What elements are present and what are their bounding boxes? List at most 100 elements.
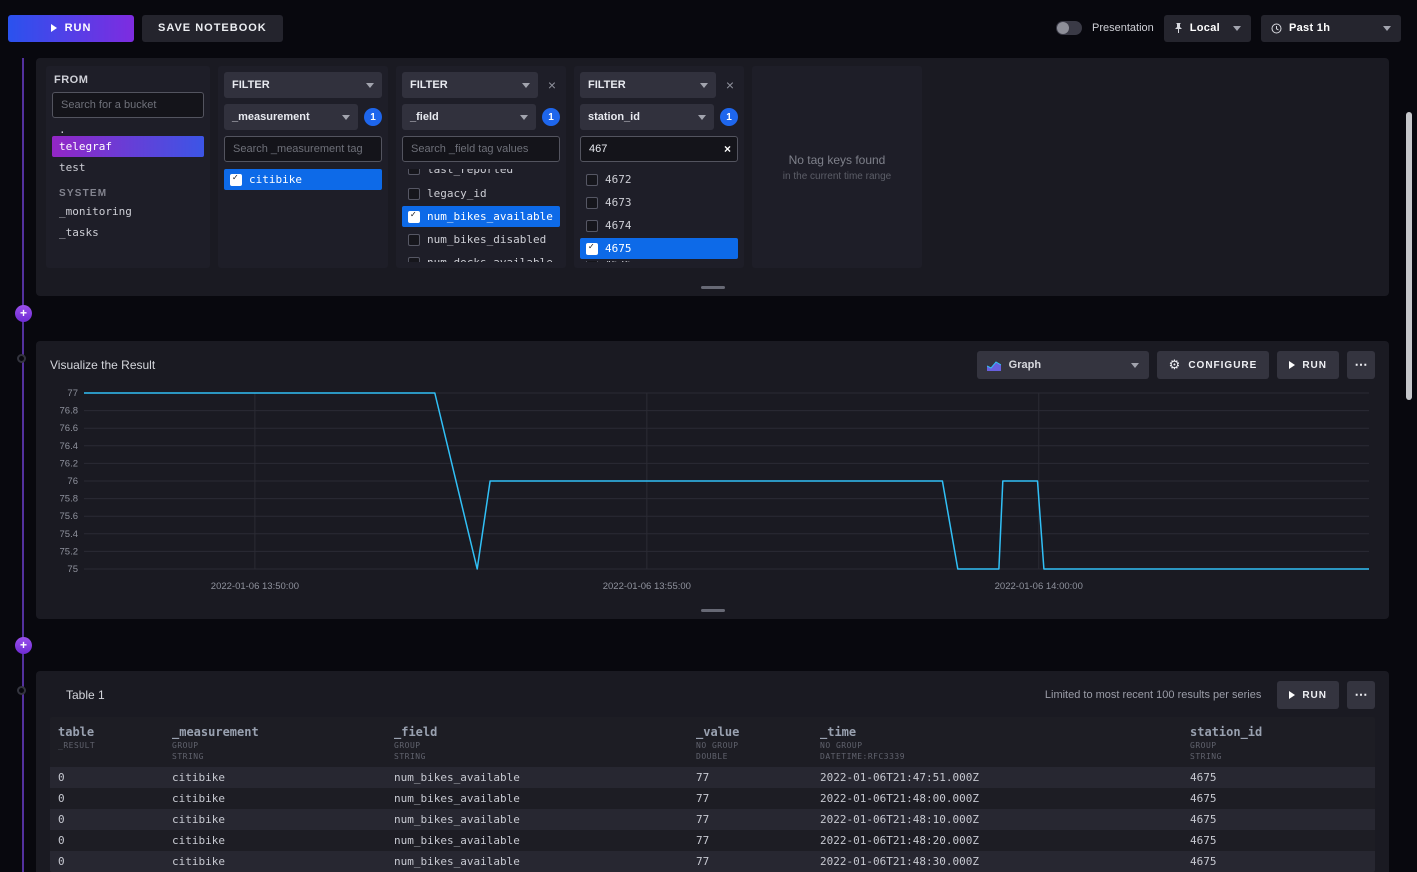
table-row: 0citibikenum_bikes_available772022-01-06… [50,788,1375,809]
cell-options-button[interactable]: ⋯ [1347,681,1375,709]
checkbox-checked-icon[interactable] [586,243,598,255]
table-row: 0citibikenum_bikes_available772022-01-06… [50,830,1375,851]
scope-dropdown[interactable]: Local [1164,15,1251,42]
empty-tag-keys-card: No tag keys found in the current time ra… [752,66,922,268]
chevron-down-icon [1383,26,1391,31]
filter-option[interactable]: num_bikes_disabled [402,229,560,250]
vertical-scrollbar[interactable] [1406,112,1412,400]
clear-search-icon[interactable]: × [724,141,731,157]
view-type-dropdown[interactable]: Graph [977,351,1149,379]
table-cell: 77 [688,830,812,851]
table-cell: citibike [164,809,386,830]
svg-text:76.2: 76.2 [60,458,79,469]
filter-option[interactable]: 4676 [580,261,738,262]
checkbox-icon[interactable] [586,174,598,186]
bucket-item[interactable]: _tasks [52,222,204,243]
run-cell-button[interactable]: RUN [1277,681,1339,709]
panel-title: Visualize the Result [50,358,155,372]
checkbox-icon[interactable] [586,197,598,209]
chart-canvas[interactable]: 7575.275.475.675.87676.276.476.676.87720… [50,385,1375,601]
filter-option[interactable]: 4673 [580,192,738,213]
cell-options-button[interactable]: ⋯ [1347,351,1375,379]
tag-value-search-input[interactable] [402,136,560,162]
line-chart[interactable]: 7575.275.475.675.87676.276.476.676.87720… [50,385,1375,606]
add-cell-button[interactable]: + [15,637,32,654]
bucket-item[interactable]: telegraf [52,136,204,157]
table-cell: 4675 [1182,809,1375,830]
table-cell: 0 [50,851,164,872]
bucket-item[interactable]: _monitoring [52,201,204,222]
bucket-item[interactable]: . [52,124,204,136]
filter-option[interactable]: last_reported [402,169,560,181]
run-cell-button[interactable]: RUN [1277,351,1339,379]
table-cell: 77 [688,809,812,830]
table-cell: num_bikes_available [386,767,688,788]
table-cell: 2022-01-06T21:48:30.000Z [812,851,1182,872]
checkbox-icon[interactable] [586,220,598,232]
filter-option-label: 4675 [605,242,632,255]
tag-value-search-input[interactable] [580,136,738,162]
checkbox-icon[interactable] [586,261,598,262]
bucket-section-label: SYSTEM [52,185,204,201]
filter-card-measurement: FILTER _measurement 1 citibike [218,66,388,268]
tag-value-list: citibike [224,168,382,262]
bucket-search-input[interactable] [52,92,204,118]
filter-type-dropdown[interactable]: FILTER [580,72,716,98]
svg-text:2022-01-06 13:50:00: 2022-01-06 13:50:00 [211,581,299,592]
checkbox-icon[interactable] [408,188,420,200]
configure-button[interactable]: ⚙ CONFIGURE [1157,351,1270,379]
filter-option[interactable]: 4674 [580,215,738,236]
filter-type-dropdown[interactable]: FILTER [402,72,538,98]
empty-state-title: No tag keys found [789,153,886,167]
save-notebook-button[interactable]: SAVE NOTEBOOK [142,15,283,42]
table-cell: 4675 [1182,767,1375,788]
filter-option[interactable]: legacy_id [402,183,560,204]
table-cell: 77 [688,788,812,809]
bucket-item[interactable]: test [52,157,204,178]
column-header-station_id: station_idGROUPSTRING [1182,725,1375,761]
cell-marker-icon[interactable] [17,354,26,363]
filter-option[interactable]: 4672 [580,169,738,190]
tag-key-row: _field 1 [402,104,560,130]
svg-text:76.4: 76.4 [60,441,79,452]
tag-value-search-input[interactable] [224,136,382,162]
run-notebook-button[interactable]: RUN [8,15,134,42]
svg-text:76.8: 76.8 [60,406,79,417]
cell-marker-icon[interactable] [17,686,26,695]
visualize-panel: Visualize the Result Graph ⚙ CONFIGURE R… [36,341,1389,619]
query-builder-cards: FROM .telegraftest SYSTEM_monitoring_task… [46,66,1379,268]
time-range-dropdown[interactable]: Past 1h [1261,15,1401,42]
panel-resize-handle[interactable] [701,609,725,612]
filter-option[interactable]: 4675 [580,238,738,259]
checkbox-checked-icon[interactable] [408,211,420,223]
chevron-down-icon [366,83,374,88]
toggle-knob-icon [1057,22,1069,34]
tag-key-dropdown[interactable]: station_id [580,104,714,130]
presentation-toggle[interactable] [1056,21,1082,35]
tag-key-dropdown[interactable]: _measurement [224,104,358,130]
filter-option[interactable]: num_docks_available [402,252,560,262]
from-title: FROM [52,72,204,86]
tag-key-dropdown[interactable]: _field [402,104,536,130]
filter-option[interactable]: citibike [224,169,382,190]
pin-icon [1174,23,1183,34]
checkbox-icon[interactable] [408,234,420,246]
remove-filter-button[interactable]: × [722,78,738,92]
checkbox-icon[interactable] [408,169,420,175]
remove-filter-button[interactable]: × [544,78,560,92]
filter-option[interactable]: num_bikes_available [402,206,560,227]
selected-count-badge: 1 [720,108,738,126]
filter-type-dropdown[interactable]: FILTER [224,72,382,98]
chevron-down-icon [520,115,528,120]
filter-option-label: 4676 [605,261,632,262]
view-type-label: Graph [1009,359,1041,371]
add-cell-button[interactable]: + [15,305,32,322]
filter-option-label: 4672 [605,173,632,186]
checkbox-icon[interactable] [408,257,420,263]
filter-card-field: FILTER × _field 1 last_reported legacy_id… [396,66,566,268]
filter-type-label: FILTER [232,79,270,91]
checkbox-checked-icon[interactable] [230,174,242,186]
panel-resize-handle[interactable] [701,286,725,289]
filter-card-header: FILTER [224,72,382,98]
svg-text:75.8: 75.8 [60,494,79,505]
